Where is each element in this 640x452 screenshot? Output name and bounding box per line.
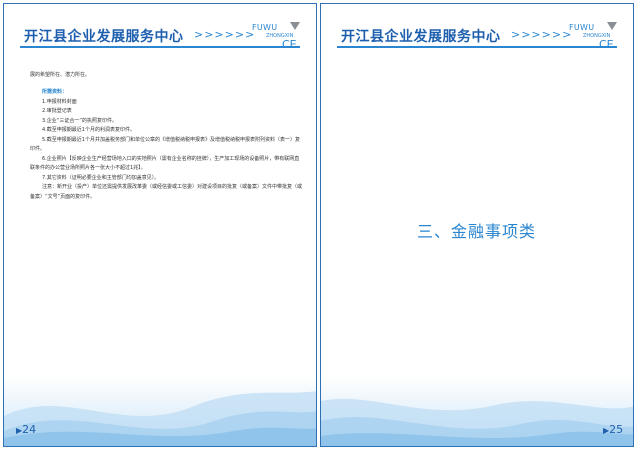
header-title: 开江县企业发展服务中心 xyxy=(341,29,501,45)
doc-item: 4.截至申报期最近1个月的利润表复印件。 xyxy=(42,127,135,133)
section-title: 三、金融事项类 xyxy=(417,222,537,241)
page-right: 开江县企业发展服务中心 >>>>>> FUWU ZHONGXIN CE 三、金融… xyxy=(320,3,634,447)
service-logo: FUWU ZHONGXIN CE xyxy=(252,19,308,53)
logo-text-top: FUWU xyxy=(252,23,278,32)
service-logo: FUWU ZHONGXIN CE xyxy=(569,19,625,53)
page-number-text: 25 xyxy=(609,423,624,436)
logo-text-bottom: CE xyxy=(599,38,614,51)
docs-heading: 所需资料： xyxy=(42,89,68,95)
doc-item: 6.企业照片【反映企业生产经营场地入口的实地照片（需有企业名称的挂牌），生产加工… xyxy=(30,155,300,172)
doc-item: 3.企业“三证合一”的执照复印件。 xyxy=(42,117,117,124)
doc-item: 7.其它资料（证明必要企业和主管部门均加盖意见）。 xyxy=(42,174,160,181)
header-rule xyxy=(20,46,300,48)
logo-text-top: FUWU xyxy=(569,23,595,32)
page-number-text: 24 xyxy=(22,423,37,436)
page-number-left: ▶24 xyxy=(16,423,36,436)
logo-triangle-icon xyxy=(607,22,617,30)
page-number-right: ▶25 xyxy=(603,423,623,436)
doc-item: 1.申报材料封面 xyxy=(42,98,77,105)
doc-note: 注意：新开业（投产）单位还需提供发展改革委（或经信委或工信委）对建设项目的批复（… xyxy=(30,184,303,200)
doc-item: 2.审批登记表 xyxy=(42,108,72,114)
header-rule xyxy=(337,46,617,48)
footer-wave-graphic xyxy=(321,376,633,446)
logo-triangle-icon xyxy=(290,22,300,30)
header-arrows: >>>>>> xyxy=(194,28,256,41)
page-left: 开江县企业发展服务中心 >>>>>> FUWU ZHONGXIN CE 展的希望… xyxy=(3,3,317,447)
intro-paragraph: 展的希望所在、潜力所在。 xyxy=(30,72,91,78)
footer-wave-graphic xyxy=(4,376,316,446)
header-title: 开江县企业发展服务中心 xyxy=(24,29,184,45)
logo-text-bottom: CE xyxy=(282,38,297,51)
doc-item: 5.截至申报期最近1个月并加盖税务部门和单位公章的《增值税纳税申报表》及增值税纳… xyxy=(30,136,300,153)
intro-text: 展的希望所在、潜力所在。 xyxy=(30,71,302,81)
header-arrows: >>>>>> xyxy=(511,28,573,41)
required-documents: 所需资料： 1.申报材料封面 2.审批登记表 3.企业“三证合一”的执照复印件。… xyxy=(30,88,302,202)
document-spread: 开江县企业发展服务中心 >>>>>> FUWU ZHONGXIN CE 展的希望… xyxy=(0,0,640,452)
